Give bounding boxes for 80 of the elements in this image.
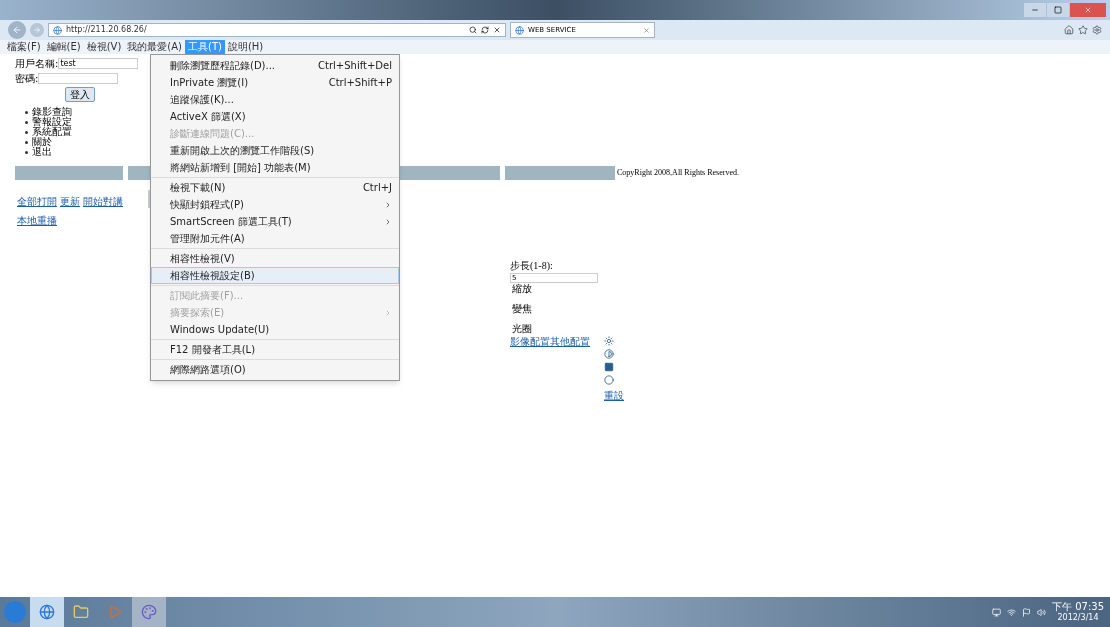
menu-item[interactable]: 相容性檢視設定(B) xyxy=(151,267,399,284)
search-icon[interactable] xyxy=(469,26,477,34)
tray-icon[interactable] xyxy=(992,607,1001,617)
play-icon xyxy=(108,605,122,619)
menu-bar-item[interactable]: 編輯(E) xyxy=(43,40,84,54)
menu-item[interactable]: 管理附加元件(A) xyxy=(151,230,399,247)
password-field[interactable] xyxy=(38,73,119,84)
menu-item[interactable]: 相容性檢視(V) xyxy=(151,250,399,267)
address-bar[interactable]: http://211.20.68.26/ xyxy=(48,23,506,37)
refresh-icon[interactable] xyxy=(481,26,489,34)
back-button[interactable] xyxy=(8,21,26,39)
menu-item[interactable]: 重新開啟上次的瀏覽工作階段(S) xyxy=(151,142,399,159)
network-icon[interactable] xyxy=(1007,607,1016,617)
toolbar-link[interactable]: 更新 xyxy=(60,194,80,209)
ie-page-icon xyxy=(53,25,62,35)
menu-item[interactable]: SmartScreen 篩選工具(T) xyxy=(151,213,399,230)
menu-item[interactable]: 網際網路選項(O) xyxy=(151,361,399,378)
brightness-icon[interactable] xyxy=(604,336,614,346)
maximize-icon xyxy=(1054,6,1062,14)
back-arrow-icon xyxy=(12,25,22,35)
menu-bar-item[interactable]: 檔案(F) xyxy=(4,40,44,54)
reset-link[interactable]: 重設 xyxy=(604,388,624,403)
toolbar-link[interactable]: 開始對講 xyxy=(83,194,123,209)
palette-icon xyxy=(141,604,157,620)
tab-close-icon[interactable] xyxy=(643,26,650,34)
maximize-button[interactable] xyxy=(1047,3,1069,17)
address-text: http://211.20.68.26/ xyxy=(66,24,148,36)
copyright-text: CopyRight 2008,All Rights Reserved. xyxy=(617,167,739,179)
clock-date: 2012/3/14 xyxy=(1057,613,1099,623)
step-label: 步長(1-8): xyxy=(510,259,554,273)
menu-item[interactable]: F12 開發者工具(L) xyxy=(151,341,399,358)
menu-bar-item[interactable]: 我的最愛(A) xyxy=(124,40,185,54)
bullet-icon xyxy=(25,110,28,114)
bullet-icon xyxy=(25,140,28,144)
flag-icon[interactable] xyxy=(1022,607,1031,617)
ptz-label: 縮放 xyxy=(512,283,533,294)
nav-item[interactable]: 警報設定 xyxy=(32,117,72,127)
username-label: 用戶名稱: xyxy=(15,57,59,71)
nav-item[interactable]: 退出 xyxy=(32,147,52,157)
start-orb-icon xyxy=(4,601,26,623)
menu-item[interactable]: 檢視下載(N) Ctrl+J xyxy=(151,179,399,196)
menu-item[interactable]: Windows Update(U) xyxy=(151,321,399,338)
menu-item[interactable]: 將網站新增到 [開始] 功能表(M) xyxy=(151,159,399,176)
minimize-button[interactable] xyxy=(1024,3,1046,17)
config-link[interactable]: 影像配置其他配置 xyxy=(510,334,590,349)
menu-bar-item[interactable]: 說明(H) xyxy=(224,40,267,54)
toolbar-link[interactable]: 全部打開 xyxy=(17,194,57,209)
username-field[interactable]: test xyxy=(58,58,139,69)
contrast-icon[interactable] xyxy=(604,349,614,359)
clock-time: 下午 07:35 xyxy=(1052,601,1104,613)
volume-icon[interactable] xyxy=(1037,607,1046,617)
menu-bar-item[interactable]: 檢視(V) xyxy=(83,40,125,54)
bullet-icon xyxy=(25,120,28,124)
nav-item[interactable]: 關於 xyxy=(32,137,52,147)
close-icon xyxy=(1084,6,1092,14)
favorites-icon[interactable] xyxy=(1078,25,1088,35)
ptz-label: 光圈 xyxy=(512,323,533,334)
home-icon[interactable] xyxy=(1064,25,1074,35)
menu-item[interactable]: InPrivate 瀏覽(I) Ctrl+Shift+P xyxy=(151,74,399,91)
nav-item[interactable]: 錄影查詢 xyxy=(32,107,72,117)
nav-item[interactable]: 系統配置 xyxy=(32,127,72,137)
settings-icon[interactable] xyxy=(1092,25,1102,35)
password-label: 密碼: xyxy=(15,72,39,86)
menu-item[interactable]: 快顯封鎖程式(P) xyxy=(151,196,399,213)
menu-item[interactable]: 追蹤保護(K)... xyxy=(151,91,399,108)
folder-icon xyxy=(73,604,89,620)
ie-page-icon xyxy=(515,25,524,35)
menu-item[interactable]: 刪除瀏覽歷程記錄(D)... Ctrl+Shift+Del xyxy=(151,57,399,74)
stop-icon[interactable] xyxy=(493,26,501,34)
ptz-label: 變焦 xyxy=(512,303,533,314)
forward-arrow-icon xyxy=(33,26,41,34)
globe-icon xyxy=(39,604,55,620)
menu-item[interactable]: ActiveX 篩選(X) xyxy=(151,108,399,125)
minimize-icon xyxy=(1031,6,1039,14)
playback-link[interactable]: 本地重播 xyxy=(17,213,148,228)
bullet-icon xyxy=(25,130,28,134)
bullet-icon xyxy=(25,150,28,154)
taskbar-paint-button[interactable] xyxy=(132,597,166,627)
taskbar-browser-button[interactable] xyxy=(30,597,64,627)
login-button[interactable]: 登入 xyxy=(65,87,95,102)
